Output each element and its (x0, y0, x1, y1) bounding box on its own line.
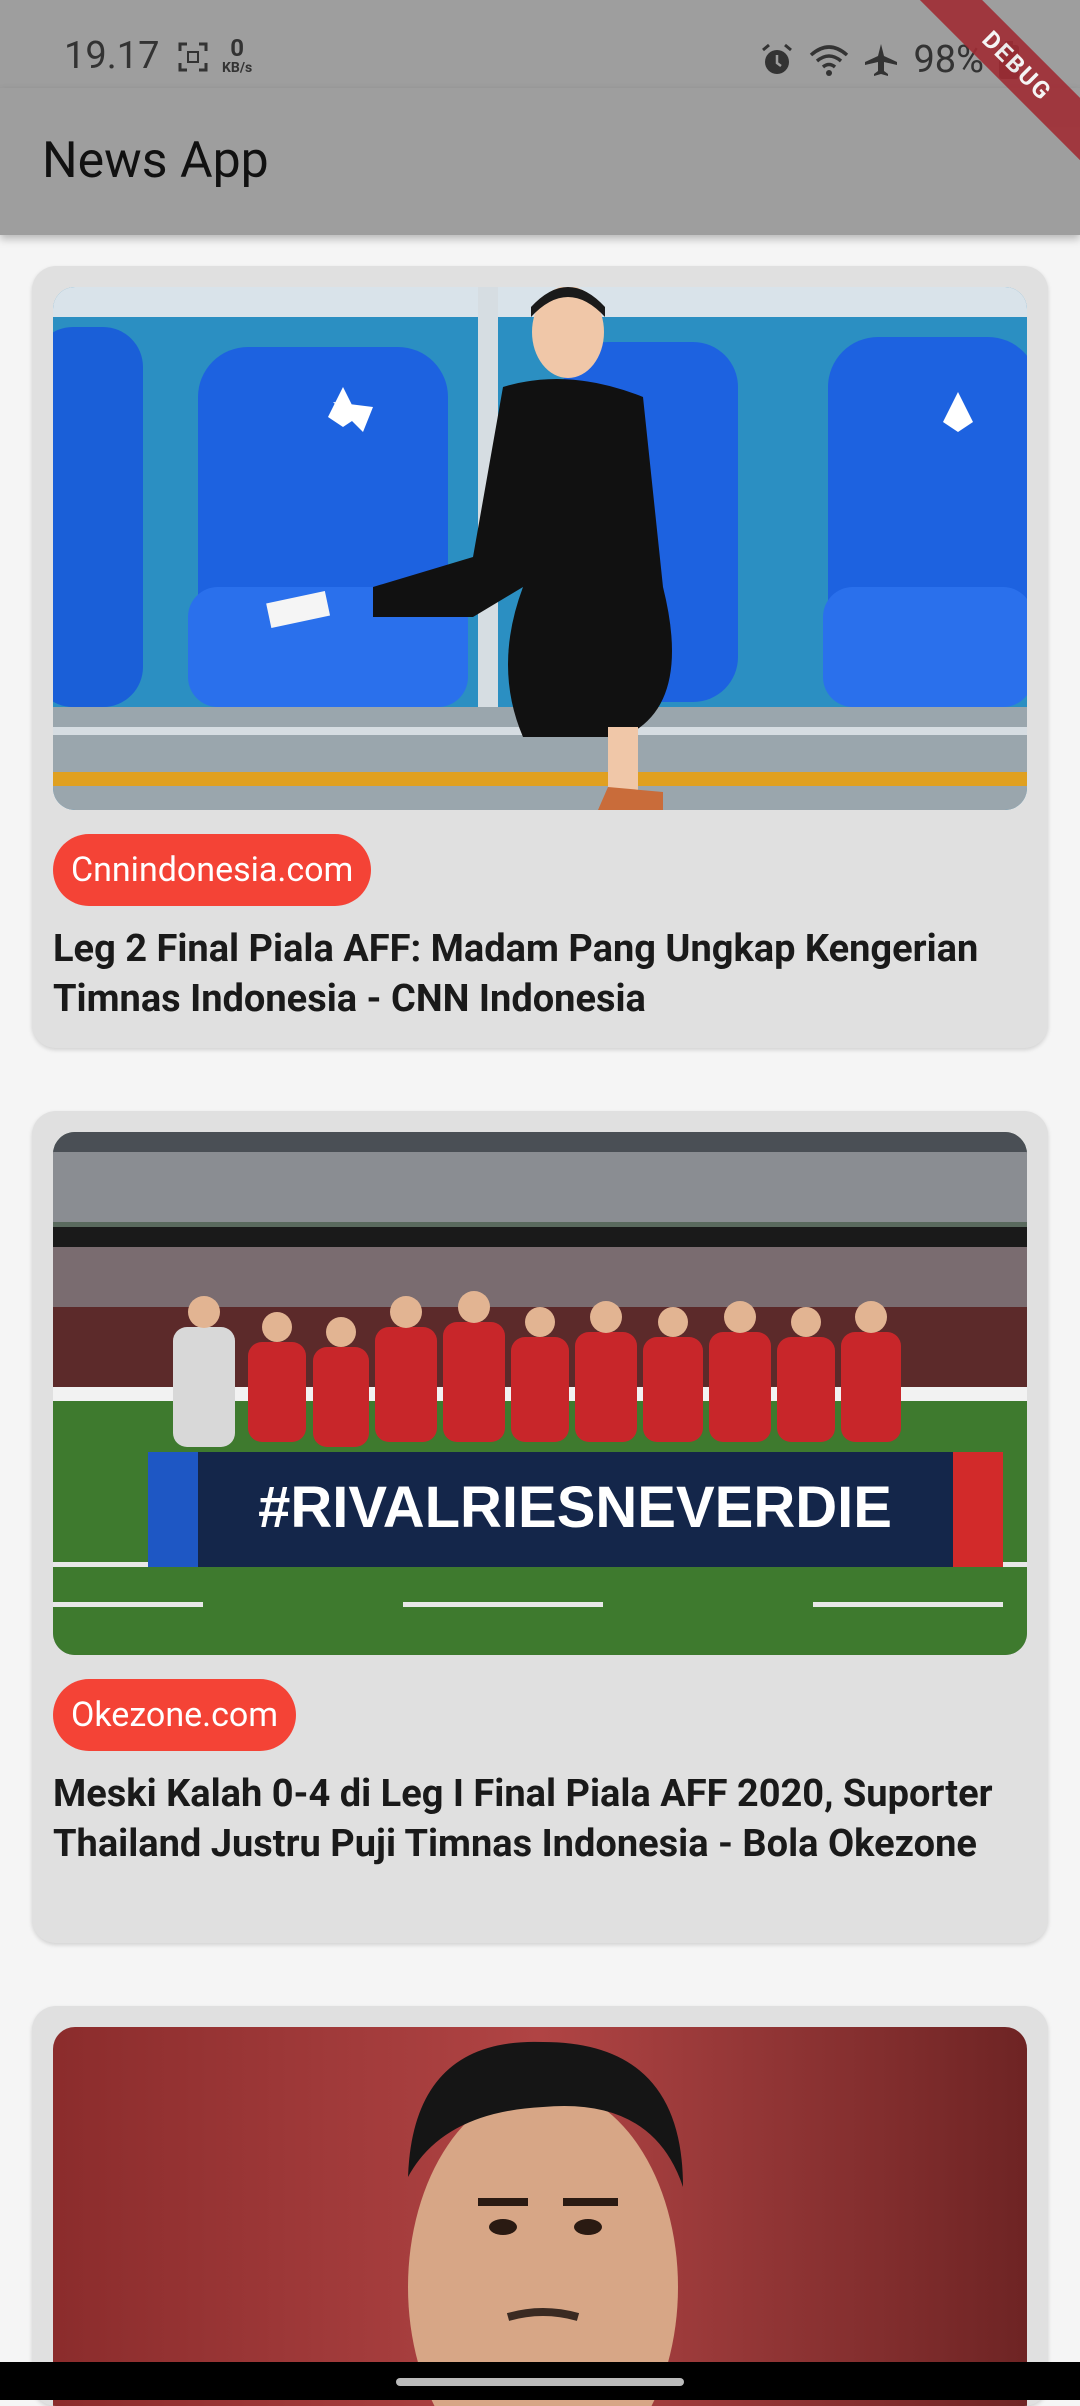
app-title: News App (42, 132, 269, 190)
news-title: Leg 2 Final Piala AFF: Madam Pang Ungkap… (53, 927, 979, 1021)
source-chip: Okezone.com (53, 1679, 297, 1751)
home-gesture-handle[interactable] (396, 2378, 684, 2386)
news-image: #RIVALRIESNEVERDIE (53, 1132, 1027, 1655)
source-chip: Cnnindonesia.com (53, 834, 372, 906)
app-bar: News App (0, 88, 1080, 235)
navigation-bar (0, 2362, 1080, 2400)
news-title: Meski Kalah 0-4 di Leg I Final Piala AFF… (53, 1772, 993, 1866)
status-time: 19.17 (64, 34, 160, 78)
net-speed-unit: KB/s (222, 60, 253, 76)
status-bar: 19.17 0 KB/s 98% (0, 0, 1080, 88)
wifi-icon (810, 45, 849, 76)
news-card[interactable]: Cnnindonesia.com Leg 2 Final Piala AFF: … (32, 266, 1048, 1048)
alarm-icon (762, 43, 793, 74)
airplane-icon (865, 44, 898, 76)
net-speed: 0 KB/s (222, 36, 252, 76)
banner-text: #RIVALRIESNEVERDIE (258, 1475, 892, 1540)
news-card[interactable]: #RIVALRIESNEVERDIE Okezone.com Meski Kal… (32, 1111, 1048, 1943)
news-image (53, 287, 1027, 810)
net-speed-value: 0 (230, 34, 244, 62)
screenshot-icon (178, 42, 208, 72)
news-card[interactable] (32, 2006, 1048, 2406)
news-image (53, 2027, 1027, 2406)
